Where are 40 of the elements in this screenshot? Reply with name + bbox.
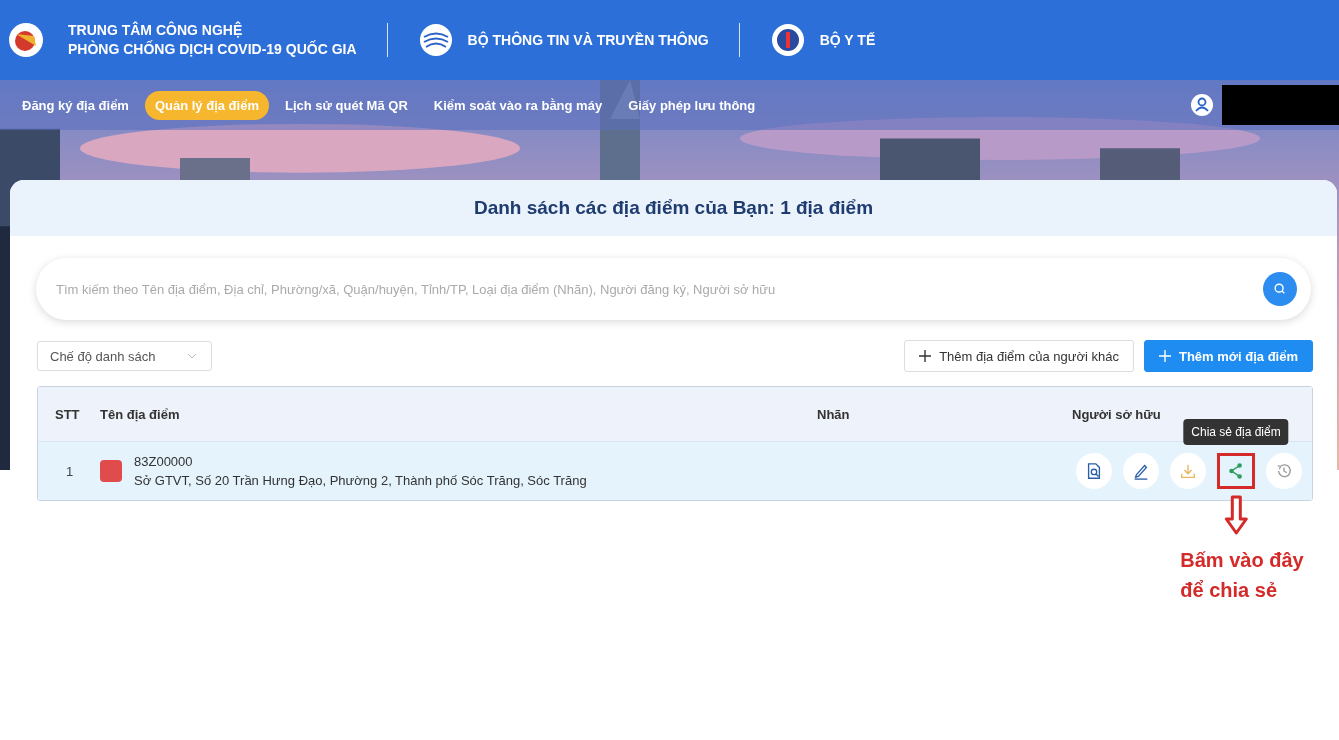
add-button[interactable]: Thêm địa điểm của người khác (904, 340, 1134, 372)
column-header: Người sở hữu (1072, 406, 1161, 422)
place-code: 83Z00000 (134, 453, 194, 471)
brand-title: PHÒNG CHỐNG DỊCH COVID-19 QUỐC GIA (68, 40, 357, 59)
emblem-icon (8, 22, 44, 58)
history-icon (1275, 462, 1293, 480)
tooltip: Chia sẻ địa điểm (1183, 419, 1289, 445)
edit-button[interactable] (1123, 453, 1159, 489)
card-title: Danh sách các địa điểm của Bạn: 1 địa điểm (473, 197, 874, 219)
view-button[interactable] (1076, 453, 1112, 489)
column-header: STT (54, 406, 81, 422)
nav-tab[interactable]: Đăng ký địa điểm (12, 90, 139, 120)
brand-title: TRUNG TÂM CÔNG NGHỆ (68, 21, 244, 40)
add-button[interactable]: Thêm mới địa điểm (1143, 340, 1313, 372)
share-icon (1227, 462, 1245, 480)
user-icon[interactable] (1190, 93, 1214, 117)
nav-tab[interactable]: Giấy phép lưu thông (618, 90, 766, 120)
column-header: Tên địa điểm (100, 406, 181, 422)
arrow-icon (1224, 495, 1248, 535)
plus-icon (1158, 350, 1171, 362)
search-icon (1273, 282, 1287, 296)
view-mode-dropdown[interactable]: Chế độ danh sách (37, 341, 212, 371)
column-header: Nhãn (817, 406, 851, 422)
chevron-down-icon (187, 353, 197, 359)
row-number: 1 (65, 463, 75, 479)
pencil-icon (1132, 462, 1150, 480)
ministry-name: BỘ Y TẾ (819, 32, 876, 48)
nav-tab[interactable]: Lịch sử quét Mã QR (274, 90, 418, 120)
ministry-name: BỘ THÔNG TIN VÀ TRUYỀN THÔNG (467, 32, 709, 48)
search-field[interactable]: Tìm kiếm theo Tên địa điểm, Địa chỉ, Phường/xã, Quận/huyện, Tỉnh/TP, Loại địa điểm (Nhãn), Người đăng ký, Người sở hữu (54, 280, 1263, 298)
globe-icon (417, 22, 454, 58)
place-address: Sở GTVT, Số 20 Trần Hưng Đạo, Phường 2, Thành phố Sóc Trăng, Sóc Trăng (134, 472, 587, 490)
annotation-text: Bấm vào đây để chia sẻ (1180, 548, 1304, 603)
plus-icon (919, 350, 932, 362)
download-icon (1179, 462, 1197, 480)
share-button[interactable] (1217, 453, 1255, 489)
document-search-icon (1085, 462, 1103, 480)
nav-tab[interactable]: Kiểm soát vào ra bằng máy (423, 90, 613, 120)
search-button[interactable] (1263, 272, 1297, 306)
medical-emblem-icon (769, 22, 806, 58)
